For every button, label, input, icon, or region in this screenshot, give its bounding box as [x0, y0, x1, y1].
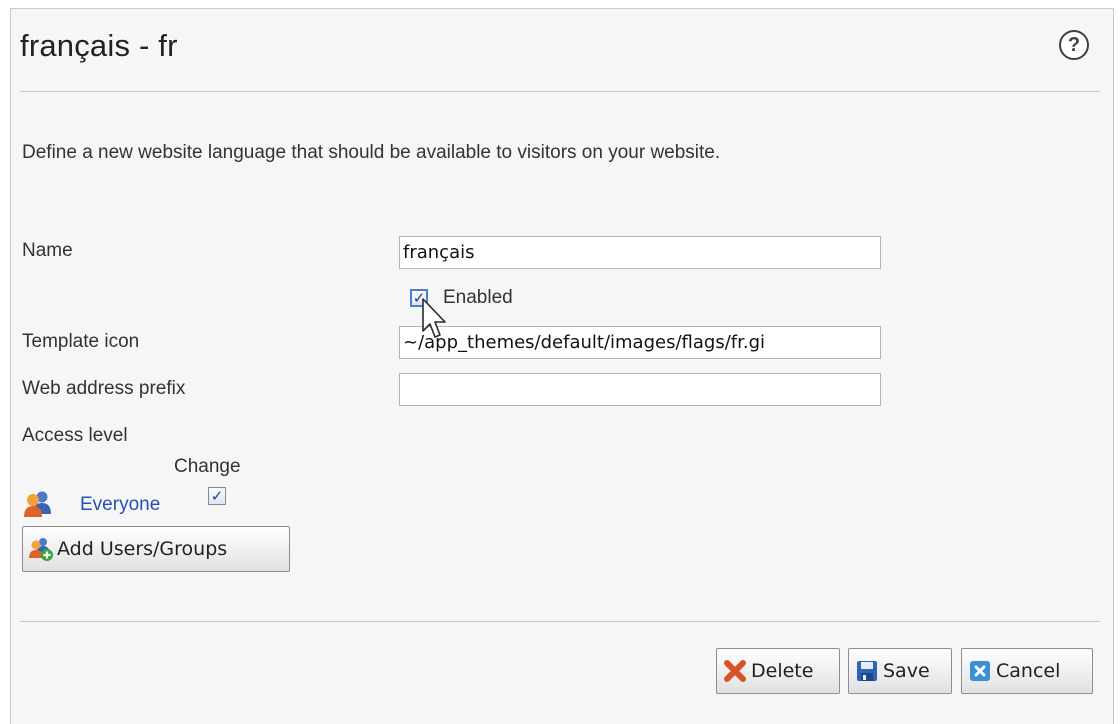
access-entry-everyone-link[interactable]: Everyone: [80, 494, 160, 516]
cancel-icon: [970, 661, 990, 681]
template-icon-input[interactable]: ~/app_themes/default/images/flags/fr.gi: [399, 326, 881, 359]
delete-button[interactable]: Delete: [716, 648, 840, 694]
page-title: français - fr: [20, 28, 178, 63]
change-column-header: Change: [174, 456, 241, 477]
name-input[interactable]: français: [399, 236, 881, 269]
cancel-label: Cancel: [996, 660, 1061, 682]
template-icon-label: Template icon: [22, 331, 140, 352]
cancel-button[interactable]: Cancel: [961, 648, 1093, 694]
help-icon: ?: [1067, 33, 1081, 56]
web-address-prefix-label: Web address prefix: [22, 378, 186, 399]
web-address-prefix-input[interactable]: [399, 373, 881, 406]
add-users-groups-label: Add Users/Groups: [57, 538, 228, 560]
save-label: Save: [883, 660, 930, 682]
checkmark-icon: ✓: [210, 487, 224, 505]
delete-icon: [724, 660, 746, 682]
add-users-icon: [29, 538, 53, 561]
header-divider: [20, 91, 1100, 92]
add-users-groups-button[interactable]: Add Users/Groups: [22, 526, 290, 572]
footer-divider: [20, 621, 1100, 622]
delete-label: Delete: [751, 660, 814, 682]
everyone-change-checkbox[interactable]: ✓: [208, 487, 226, 505]
access-level-label: Access level: [22, 425, 128, 446]
save-icon: [857, 661, 877, 681]
save-button[interactable]: Save: [848, 648, 952, 694]
name-label: Name: [22, 240, 73, 261]
enabled-label: Enabled: [443, 287, 513, 308]
language-edit-panel: [10, 8, 1114, 724]
help-button[interactable]: ?: [1059, 30, 1089, 60]
mouse-pointer-icon: [422, 298, 446, 338]
user-group-icon: [24, 491, 51, 517]
page-description: Define a new website language that shoul…: [22, 142, 721, 163]
